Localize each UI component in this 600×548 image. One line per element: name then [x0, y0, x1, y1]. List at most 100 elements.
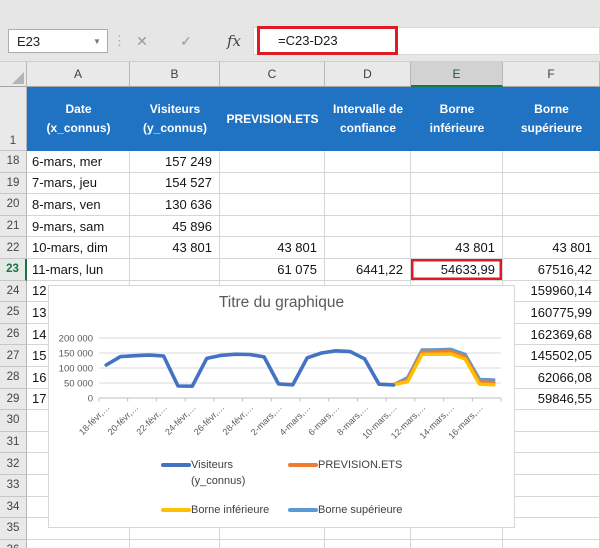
name-box-value[interactable]: E23 [9, 34, 87, 49]
column-header-C[interactable]: C [220, 62, 325, 87]
cell-F36[interactable] [503, 539, 600, 548]
cell-C20[interactable] [220, 194, 325, 216]
cell-E21[interactable] [411, 215, 503, 238]
row-header-19[interactable]: 19 [0, 172, 27, 195]
formula-text[interactable]: =C23-D23 [260, 33, 338, 48]
cell-D20[interactable] [325, 194, 411, 216]
cell-D21[interactable] [325, 215, 411, 238]
row-header-34[interactable]: 34 [0, 496, 27, 519]
cell-D19[interactable] [325, 172, 411, 195]
cell-A21[interactable]: 9-mars, sam [27, 215, 130, 238]
cell-F25[interactable]: 160775,99 [503, 302, 600, 324]
cell-F19[interactable] [503, 172, 600, 195]
row-header-33[interactable]: 33 [0, 474, 27, 497]
select-all-corner[interactable] [0, 62, 27, 87]
cell-E20[interactable] [411, 194, 503, 216]
cell-E19[interactable] [411, 172, 503, 195]
chart-legend[interactable]: Visiteurs (y_connus) PREVISION.ETS Borne i… [161, 458, 402, 519]
row-header-29[interactable]: 29 [0, 388, 27, 411]
row-header-28[interactable]: 28 [0, 366, 27, 389]
name-box[interactable]: E23 ▼ [8, 29, 108, 53]
cell-A23[interactable]: 11-mars, lun [27, 258, 130, 281]
cell-F31[interactable] [503, 431, 600, 454]
cell-A18[interactable]: 6-mars, mer [27, 151, 130, 173]
cell-B21[interactable]: 45 896 [130, 215, 220, 238]
column-header-E[interactable]: E [411, 62, 503, 87]
cell-C22[interactable]: 43 801 [220, 237, 325, 259]
cell-E36[interactable] [411, 539, 503, 548]
cell-B20[interactable]: 130 636 [130, 194, 220, 216]
cell-C21[interactable] [220, 215, 325, 238]
cell-A19[interactable]: 7-mars, jeu [27, 172, 130, 195]
cell-B19[interactable]: 154 527 [130, 172, 220, 195]
cell-D18[interactable] [325, 151, 411, 173]
column-header-B[interactable]: B [130, 62, 220, 87]
cell-E23[interactable]: 54633,99 [411, 258, 503, 281]
cell-D23[interactable]: 6441,22 [325, 258, 411, 281]
row-header-27[interactable]: 27 [0, 345, 27, 367]
cell-B23[interactable] [130, 258, 220, 281]
legend-item[interactable]: Borne supérieure [288, 503, 402, 519]
legend-item[interactable]: Visiteurs (y_connus) [161, 458, 288, 490]
cell-C36[interactable] [220, 539, 325, 548]
row-header-31[interactable]: 31 [0, 431, 27, 454]
cell-F29[interactable]: 59846,55 [503, 388, 600, 411]
cell-B36[interactable] [130, 539, 220, 548]
row-header-22[interactable]: 22 [0, 237, 27, 259]
cell-F21[interactable] [503, 215, 600, 238]
cell-F33[interactable] [503, 474, 600, 497]
cell-F26[interactable]: 162369,68 [503, 323, 600, 346]
row-header-20[interactable]: 20 [0, 194, 27, 216]
column-header-D[interactable]: D [325, 62, 411, 87]
cell-B18[interactable]: 157 249 [130, 151, 220, 173]
row-header-18[interactable]: 18 [0, 151, 27, 173]
header-cell-A[interactable]: Date (x_connus) [27, 87, 130, 151]
row-header-30[interactable]: 30 [0, 410, 27, 432]
cell-F22[interactable]: 43 801 [503, 237, 600, 259]
name-box-dropdown-icon[interactable]: ▼ [87, 37, 107, 46]
header-cell-B[interactable]: Visiteurs (y_connus) [130, 87, 220, 151]
cell-F18[interactable] [503, 151, 600, 173]
legend-item[interactable]: PREVISION.ETS [288, 458, 402, 490]
confirm-icon[interactable]: ✓ [172, 29, 200, 53]
header-cell-E[interactable]: Borne inférieure [411, 87, 503, 151]
row-header-25[interactable]: 25 [0, 302, 27, 324]
row-header-32[interactable]: 32 [0, 453, 27, 475]
row-header-26[interactable]: 26 [0, 323, 27, 346]
cell-F24[interactable]: 159960,14 [503, 280, 600, 303]
cell-A20[interactable]: 8-mars, ven [27, 194, 130, 216]
row-header-23[interactable]: 23 [0, 258, 27, 281]
cell-B22[interactable]: 43 801 [130, 237, 220, 259]
cell-C23[interactable]: 61 075 [220, 258, 325, 281]
row-header-24[interactable]: 24 [0, 280, 27, 303]
cell-D36[interactable] [325, 539, 411, 548]
cell-F28[interactable]: 62066,08 [503, 366, 600, 389]
row-header-21[interactable]: 21 [0, 215, 27, 238]
cell-E22[interactable]: 43 801 [411, 237, 503, 259]
row-header-1[interactable]: 1 [0, 87, 27, 151]
cell-F35[interactable] [503, 518, 600, 540]
cell-D22[interactable] [325, 237, 411, 259]
cell-F34[interactable] [503, 496, 600, 519]
cell-F27[interactable]: 145502,05 [503, 345, 600, 367]
cell-F23[interactable]: 67516,42 [503, 258, 600, 281]
cell-E18[interactable] [411, 151, 503, 173]
header-cell-F[interactable]: Borne supérieure [503, 87, 600, 151]
cell-F30[interactable] [503, 410, 600, 432]
cell-F32[interactable] [503, 453, 600, 475]
header-cell-C[interactable]: PREVISION.ETS [220, 87, 325, 151]
column-header-F[interactable]: F [503, 62, 600, 87]
cell-A22[interactable]: 10-mars, dim [27, 237, 130, 259]
row-header-35[interactable]: 35 [0, 518, 27, 540]
cell-A36[interactable] [27, 539, 130, 548]
column-header-A[interactable]: A [27, 62, 130, 87]
header-cell-D[interactable]: Intervalle de confiance [325, 87, 411, 151]
row-header-36[interactable]: 36 [0, 539, 27, 548]
insert-function-icon[interactable]: fx [220, 29, 248, 53]
cell-C18[interactable] [220, 151, 325, 173]
cell-C19[interactable] [220, 172, 325, 195]
cell-F20[interactable] [503, 194, 600, 216]
cancel-icon[interactable]: ✕ [128, 29, 156, 53]
legend-item[interactable]: Borne inférieure [161, 503, 288, 519]
embedded-chart[interactable]: Titre du graphique 0 50 000 100 000 150 000… [48, 285, 515, 528]
